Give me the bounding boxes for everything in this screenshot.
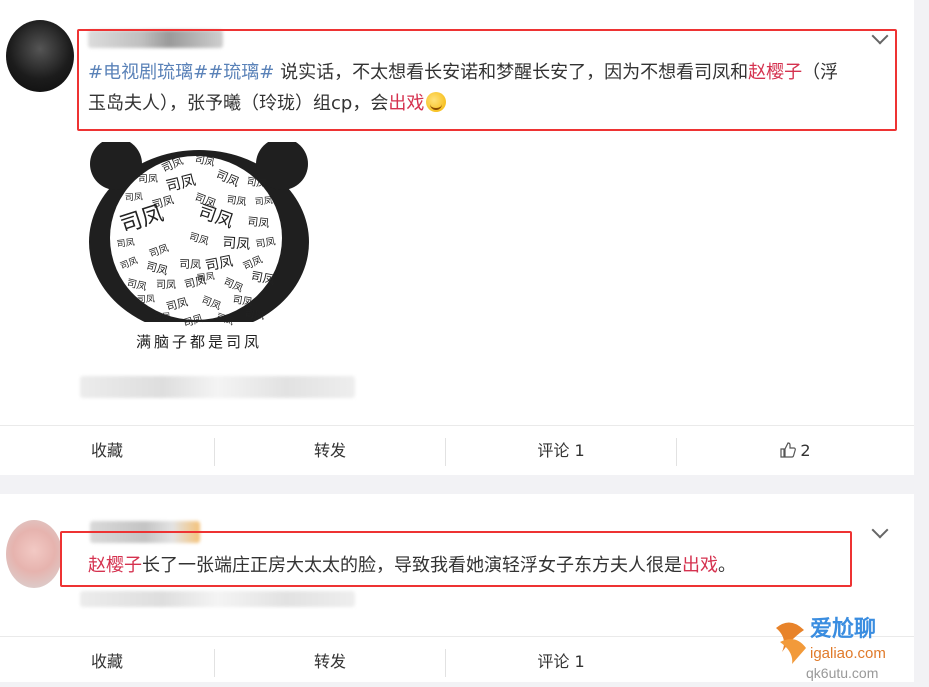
watermark-title: 爱尬聊 <box>810 616 876 641</box>
post-text-segment: 玉岛夫人），张予曦（玲珑）组cp，会 <box>88 93 389 114</box>
post-text-segment: 长了一张端庄正房大太太的脸，导致我看她演轻浮女子东方夫人很是 <box>142 555 682 576</box>
like-count: 2 <box>800 441 811 460</box>
post-meta-redacted <box>80 591 355 607</box>
comment-button[interactable]: 评论 1 <box>446 637 676 687</box>
meme-word: 司凤 <box>196 271 215 283</box>
weibo-post-card: #电视剧琉璃##琉璃# 说实话，不太想看长安诺和梦醒长安了，因为不想看司凤和赵樱… <box>0 0 914 475</box>
meme-word: 司凤 <box>152 311 171 322</box>
favorite-button[interactable]: 收藏 <box>0 637 214 687</box>
post-text-segment: 说实话，不太想看长安诺和梦醒长安了，因为不想看司凤和 <box>274 62 749 83</box>
meme-word: 司凤 <box>222 234 251 252</box>
post-meta-redacted <box>80 376 355 398</box>
comment-button[interactable]: 评论 1 <box>446 426 676 476</box>
meme-word: 司凤 <box>244 308 265 322</box>
post-text: 赵樱子长了一张端庄正房大太太的脸，导致我看她演轻浮女子东方夫人很是出戏。 <box>88 550 848 581</box>
post-text: #电视剧琉璃##琉璃# 说实话，不太想看长安诺和梦醒长安了，因为不想看司凤和赵樱… <box>88 57 878 119</box>
hashtag-link[interactable]: #电视剧琉璃# <box>88 62 208 83</box>
page-scrollbar[interactable] <box>914 0 929 681</box>
panda-meme-image[interactable]: 司凤 司凤 司凤 司凤 司凤 司凤 司凤 司凤 司凤 司凤 司凤 司凤 司凤 司凤 司凤 司凤 司凤 司凤 司凤 司凤… <box>86 138 312 352</box>
repost-button[interactable]: 转发 <box>215 637 445 687</box>
watermark-url: igaliao.com <box>810 645 886 662</box>
watermark-logo: 爱尬聊 igaliao.com qk6utu.com <box>776 616 886 681</box>
user-avatar[interactable] <box>6 20 74 92</box>
chevron-down-icon[interactable] <box>871 521 889 539</box>
like-button[interactable]: 2 <box>677 426 914 476</box>
meme-word: 司凤 <box>137 294 155 305</box>
meme-word: 司凤 <box>156 279 176 291</box>
laughing-tears-emoji-icon <box>426 92 447 112</box>
highlighted-name: 赵樱子 <box>748 62 803 83</box>
post-text-segment: （浮 <box>802 62 839 83</box>
highlighted-name: 赵樱子 <box>88 555 142 576</box>
thumbs-up-icon <box>780 442 797 458</box>
favorite-button[interactable]: 收藏 <box>0 426 214 476</box>
meme-word: 司凤 <box>254 195 273 207</box>
meme-caption: 满脑子都是司凤 <box>136 333 262 351</box>
repost-button[interactable]: 转发 <box>215 426 445 476</box>
post-action-bar: 收藏 转发 评论 1 2 <box>0 425 914 476</box>
post-text-segment: 。 <box>718 555 736 576</box>
watermark-url-secondary: qk6utu.com <box>806 665 878 681</box>
meme-word: 司凤 <box>179 258 201 272</box>
meme-drawing: 司凤 司凤司凤 司凤 司凤 司凤司凤 司凤 司凤 司凤 司凤司凤 司凤 司凤司凤司凤司凤 司凤 司凤司凤… <box>86 138 312 352</box>
meme-word: 司凤 <box>247 215 270 230</box>
highlighted-keyword: 出戏 <box>682 555 718 576</box>
user-avatar[interactable] <box>6 520 62 588</box>
hashtag-link[interactable]: #琉璃# <box>208 62 274 83</box>
highlighted-keyword: 出戏 <box>388 93 425 114</box>
site-watermark: 爱尬聊 igaliao.com qk6utu.com <box>770 608 925 681</box>
meme-word: 司凤 <box>125 192 144 203</box>
meme-word: 司凤 <box>138 173 158 185</box>
